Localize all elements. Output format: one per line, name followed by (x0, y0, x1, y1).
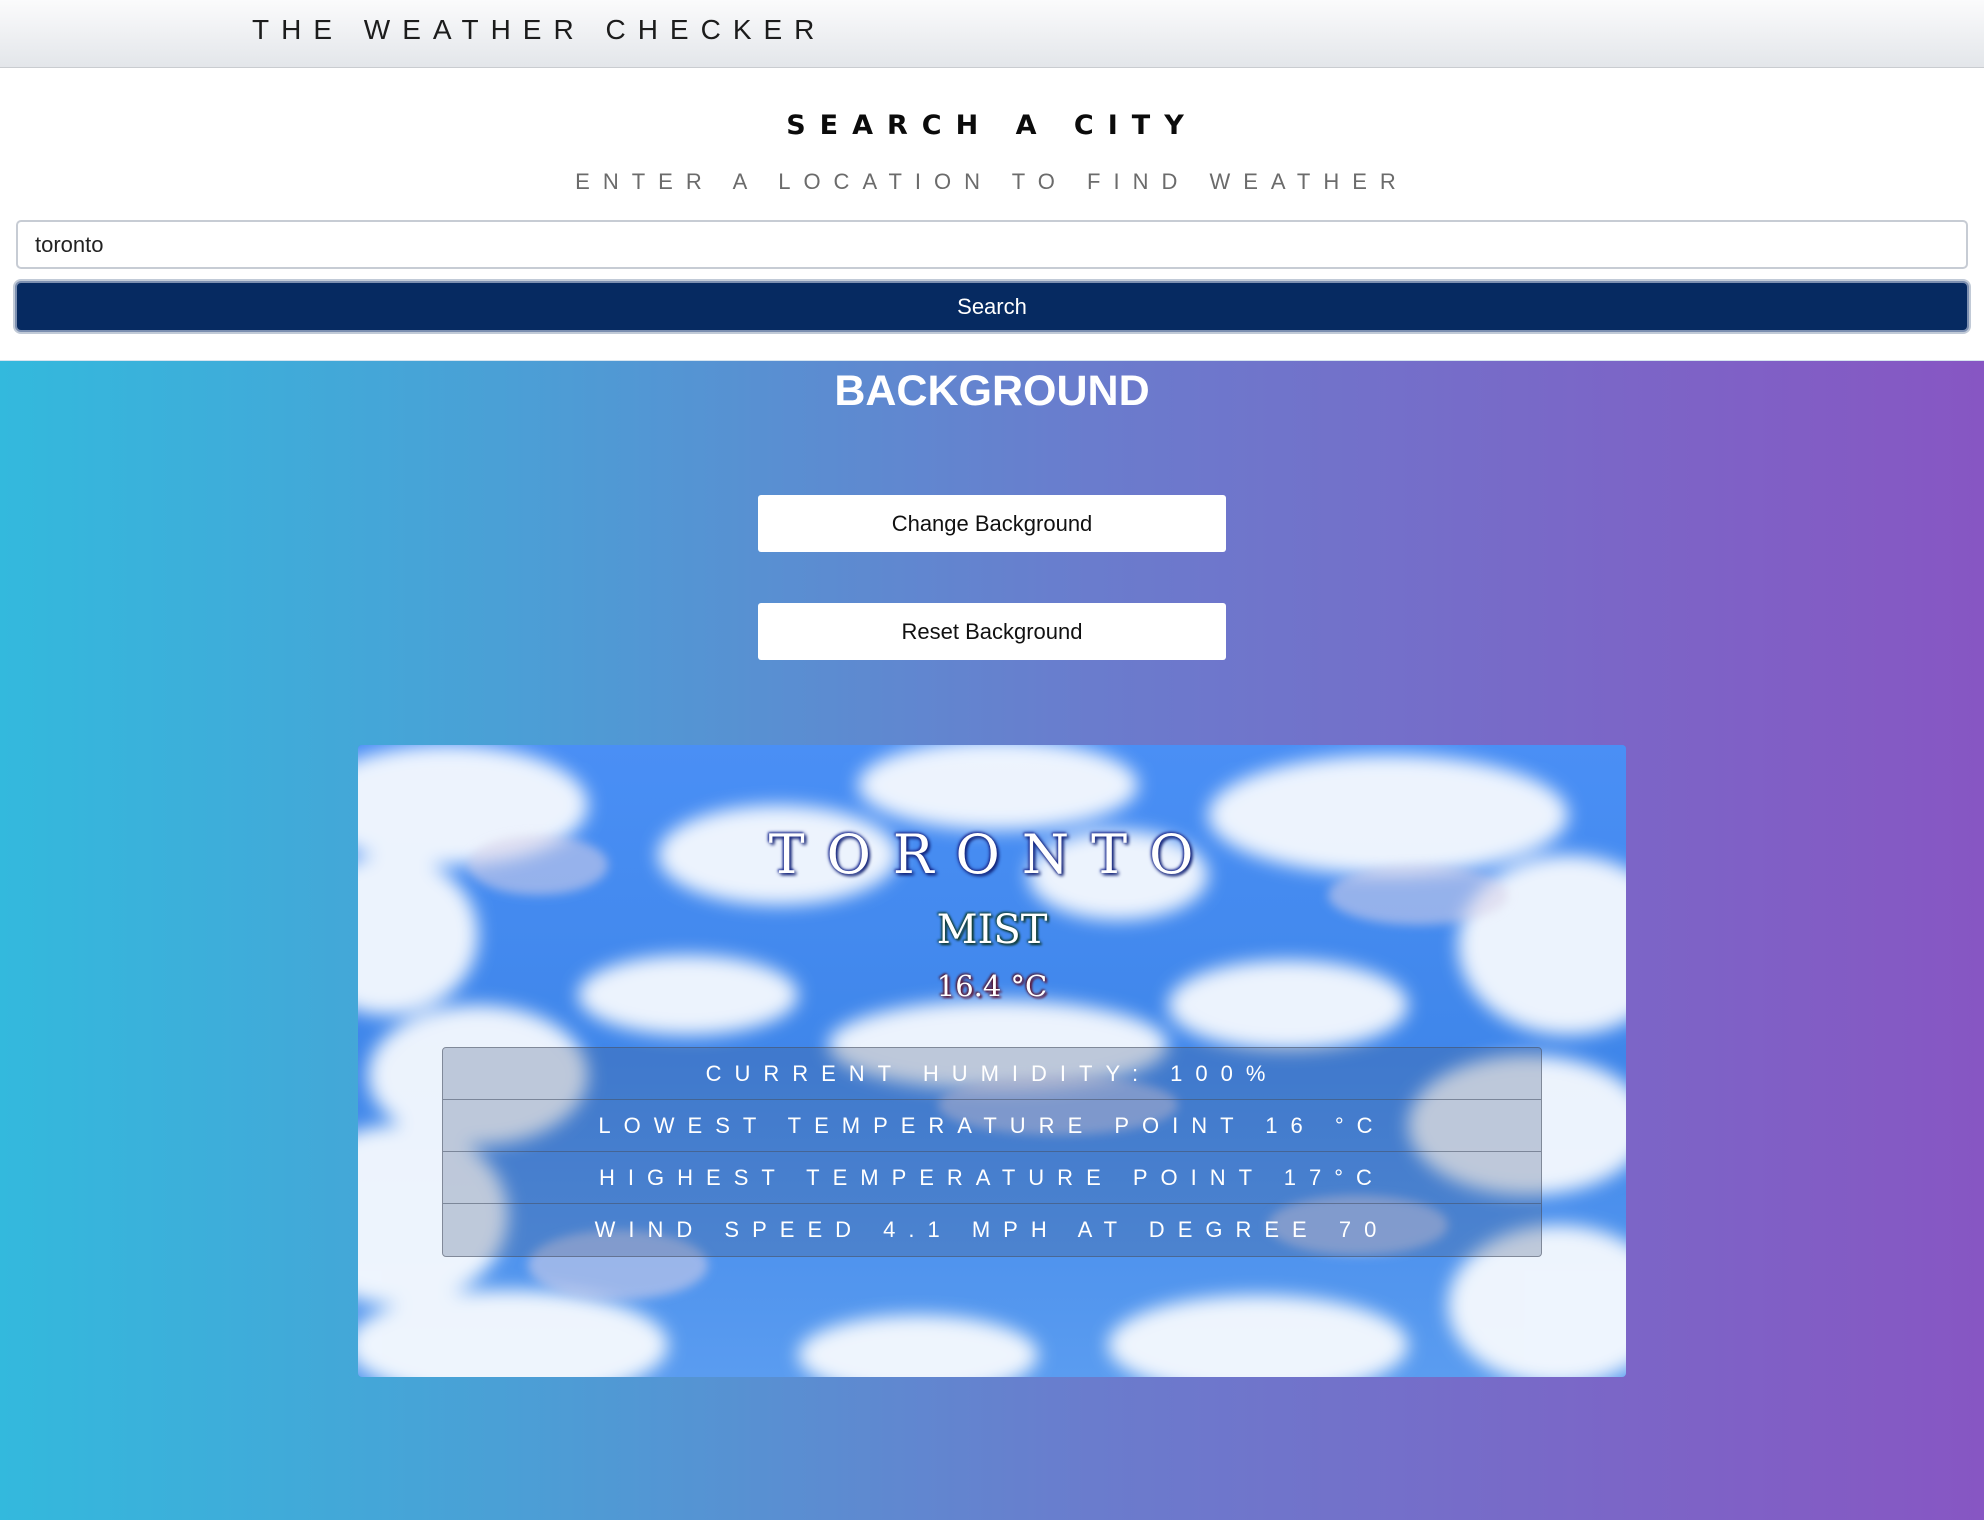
current-temperature: 16.4 °C (936, 969, 1048, 1003)
change-background-button[interactable]: Change Background (758, 495, 1226, 552)
search-title: SEARCH A CITY (786, 110, 1198, 141)
weather-card: TORONTO MIST 16.4 °C CURRENT HUMIDITY: 1… (358, 745, 1626, 1377)
main-area: BACKGROUND Change Background Reset Backg… (0, 360, 1984, 1520)
weather-details-list: CURRENT HUMIDITY: 100% LOWEST TEMPERATUR… (442, 1047, 1542, 1257)
search-button[interactable]: Search (15, 281, 1969, 332)
brand-title[interactable]: THE WEATHER CHECKER (252, 14, 826, 46)
wind-speed-row: WIND SPEED 4.1 MPH AT DEGREE 70 (443, 1204, 1541, 1256)
search-section: SEARCH A CITY ENTER A LOCATION TO FIND W… (0, 69, 1984, 360)
city-search-input[interactable] (16, 220, 1968, 269)
humidity-row: CURRENT HUMIDITY: 100% (443, 1048, 1541, 1100)
background-heading: BACKGROUND (834, 367, 1150, 415)
search-subtitle: ENTER A LOCATION TO FIND WEATHER (575, 169, 1409, 194)
reset-background-button[interactable]: Reset Background (758, 603, 1226, 660)
lowest-temperature-row: LOWEST TEMPERATURE POINT 16 °C (443, 1100, 1541, 1152)
highest-temperature-row: HIGHEST TEMPERATURE POINT 17°C (443, 1152, 1541, 1204)
city-name: TORONTO (768, 823, 1216, 886)
weather-condition: MIST (936, 907, 1048, 953)
navbar: THE WEATHER CHECKER (0, 0, 1984, 68)
